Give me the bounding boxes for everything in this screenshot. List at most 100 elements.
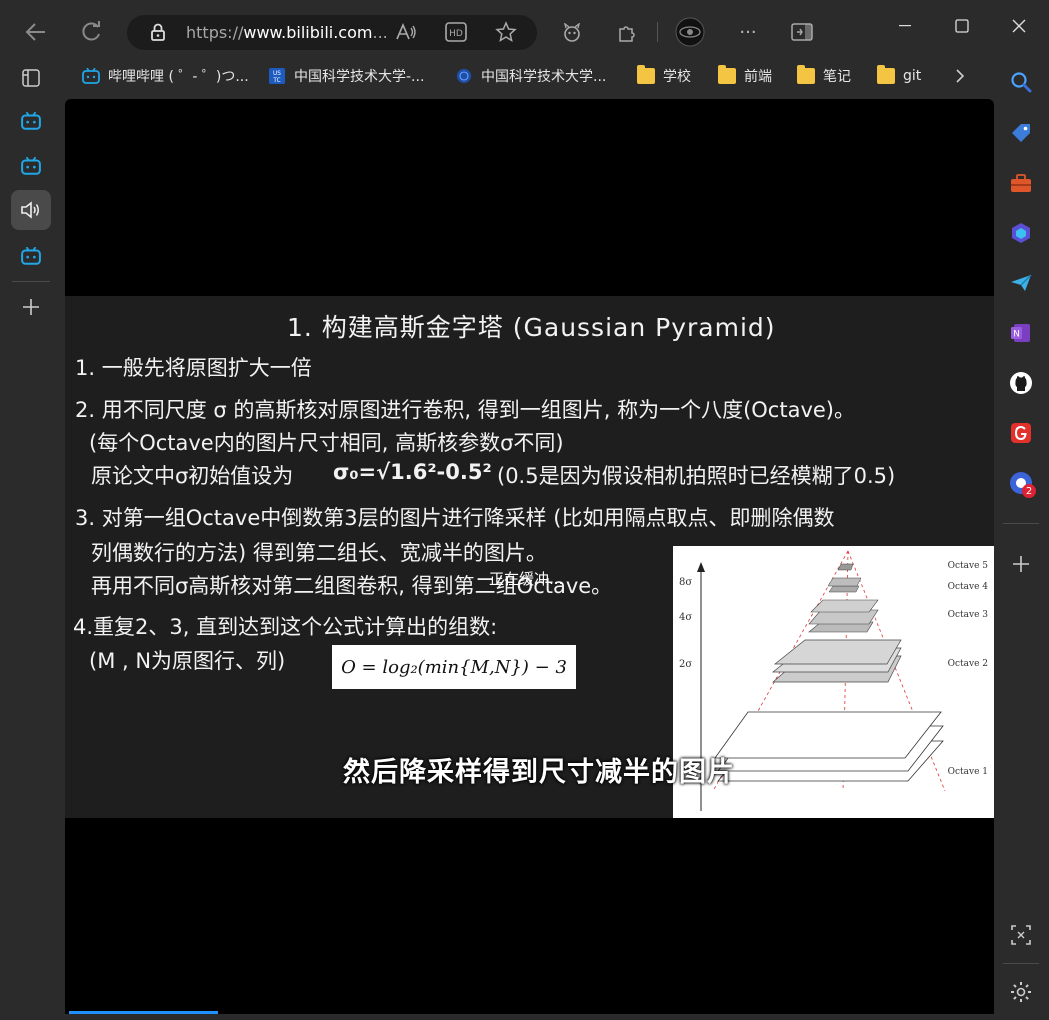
sidebar-office-button[interactable] [1001,213,1041,253]
extensions-puzzle-icon[interactable] [611,17,643,49]
maximize-icon [955,19,969,33]
bookmark-label: 前端 [744,69,772,85]
vertical-tab-bilibili-3[interactable] [11,236,51,276]
sidebar-search-button[interactable] [1001,62,1041,102]
new-tab-button[interactable] [11,287,51,327]
address-bar[interactable]: https://www.bilibili.com... HD [127,15,537,50]
slide-line-2c: (0.5是因为假设相机拍照时已经模糊了0.5) [497,464,896,488]
sidebar-onenote-button[interactable]: N [1001,313,1041,353]
ustc-emblem-icon [456,68,472,84]
lock-icon[interactable] [145,19,171,45]
sidebar-screenshot-button[interactable] [1001,915,1041,955]
slide-line-2b: 原论文中σ初始值设为 [91,464,294,488]
folder-icon [718,65,736,84]
bookmark-bilibili[interactable]: 哔哩哔哩 ( ゜- ゜)つ... [82,62,249,90]
bookmark-ustc-2[interactable]: 中国科学技术大学... [455,62,606,90]
bilibili-icon [21,157,41,175]
slide-title: 1. 构建高斯金字塔 (Gaussian Pyramid) [287,313,776,342]
extension-puppy-icon[interactable] [556,17,588,49]
octave-3-label: Octave 3 [947,610,988,620]
sidebar-tools-button[interactable] [1001,163,1041,203]
vertical-tab-bilibili-2[interactable] [11,146,51,186]
sidebar-shopping-button[interactable] [1001,113,1041,153]
sidebar-toggle-icon[interactable] [786,16,818,48]
bookmark-label: 中国科学技术大学... [481,69,607,85]
slide-line-2: 2. 用不同尺度 σ 的高斯核对原图进行卷积, 得到一组图片, 称为一个八度(O… [75,398,855,422]
plus-icon [1013,556,1029,572]
octave-5-label: Octave 5 [947,561,988,571]
bookmarks-overflow-button[interactable] [955,62,965,90]
minimize-button[interactable] [885,10,925,42]
bilibili-icon [82,68,100,84]
svg-text:HD: HD [449,29,463,39]
read-aloud-icon[interactable] [393,19,419,45]
ustc-logo-icon: USTC [269,68,285,84]
octave-2-label: Octave 2 [947,659,988,669]
more-menu-icon[interactable]: ··· [732,16,764,48]
slide-line-2a: (每个Octave内的图片尺寸相同, 高斯核参数σ不同) [89,431,564,455]
chevron-right-icon [956,69,965,83]
slide-line-1: 1. 一般先将原图扩大一倍 [75,356,312,380]
plus-icon [23,299,39,315]
bookmark-label: 学校 [663,69,691,85]
sigma-2-label: 2σ [679,659,693,670]
sidebar-send-button[interactable] [1001,263,1041,303]
svg-text:TC: TC [272,78,280,84]
video-progress-bar[interactable] [69,1011,218,1014]
refresh-icon [82,21,100,41]
vertical-tab-bilibili-1[interactable] [11,101,51,141]
bookmark-folder-school[interactable]: 学校 [637,62,691,90]
favorite-star-icon[interactable] [493,19,519,45]
bookmarks-bar: 哔哩哔哩 ( ゜- ゜)つ... US TC 中国科学技术大学-... 中国科学技… [68,62,988,90]
octave-1-label: Octave 1 [947,767,988,777]
sidebar-copilot-button[interactable]: 2 [1001,463,1041,503]
slide-line-4: 4.重复2、3, 直到达到这个公式计算出的组数: [73,615,498,639]
bookmark-folder-frontend[interactable]: 前端 [718,62,772,90]
browser-toolbar: https://www.bilibili.com... HD ··· [0,0,1049,62]
bookmark-folder-notes[interactable]: 笔记 [797,62,851,90]
minimize-icon [899,25,911,27]
slide-line-3a: 列偶数行的方法) 得到第二组长、宽减半的图片。 [91,541,547,565]
sidebar-settings-button[interactable] [1001,972,1041,1012]
bookmark-folder-git[interactable]: git [877,62,921,90]
profile-avatar[interactable] [674,16,706,48]
url-text[interactable]: https://www.bilibili.com... [186,23,388,42]
screenshot-icon [1011,925,1031,945]
sidebar-divider [1003,523,1039,524]
sidebar-github-button[interactable] [1001,363,1041,403]
bilibili-icon [21,247,41,265]
bookmark-ustc-1[interactable]: US TC 中国科学技术大学-... [268,62,424,90]
sigma-4-label: 4σ [679,612,693,623]
close-button[interactable] [999,10,1039,42]
shopping-tag-icon [1012,124,1030,142]
vertical-tab-playing-audio[interactable] [11,190,51,230]
g-red-icon [1011,423,1031,443]
folder-icon [877,65,895,84]
video-player[interactable]: 1. 构建高斯金字塔 (Gaussian Pyramid) 1. 一般先将原图扩… [65,99,994,1014]
sidebar-add-button[interactable] [1001,544,1041,584]
svg-text:N: N [1013,330,1020,340]
sigma-8-label: 8σ [679,577,693,588]
hd-icon[interactable]: HD [443,19,469,45]
toolbar-separator [657,22,658,42]
tabs-divider [12,281,50,282]
octave-4-label: Octave 4 [947,582,988,592]
onenote-icon: N [1011,324,1030,342]
sidebar-gmail-like-button[interactable] [1001,413,1041,453]
refresh-button[interactable] [75,16,107,48]
tab-actions-button[interactable] [11,58,51,98]
toolbox-icon [1011,174,1031,192]
maximize-button[interactable] [942,10,982,42]
buffering-indicator: 正在缓冲... [489,570,564,588]
bookmark-label: git [903,68,922,84]
notification-badge: 2 [1022,484,1036,498]
bookmark-label: 哔哩哔哩 ( ゜- ゜)つ... [108,69,249,85]
close-icon [1012,19,1026,33]
bookmark-label: 笔记 [823,69,851,85]
video-subtitle: 然后降采样得到尺寸减半的图片 [343,757,735,788]
octave-count-formula: O = log₂(min{M,N}) − 3 [332,645,576,689]
folder-icon [637,65,655,84]
github-icon [1010,372,1032,394]
folder-icon [797,65,815,84]
back-button[interactable] [20,16,52,48]
